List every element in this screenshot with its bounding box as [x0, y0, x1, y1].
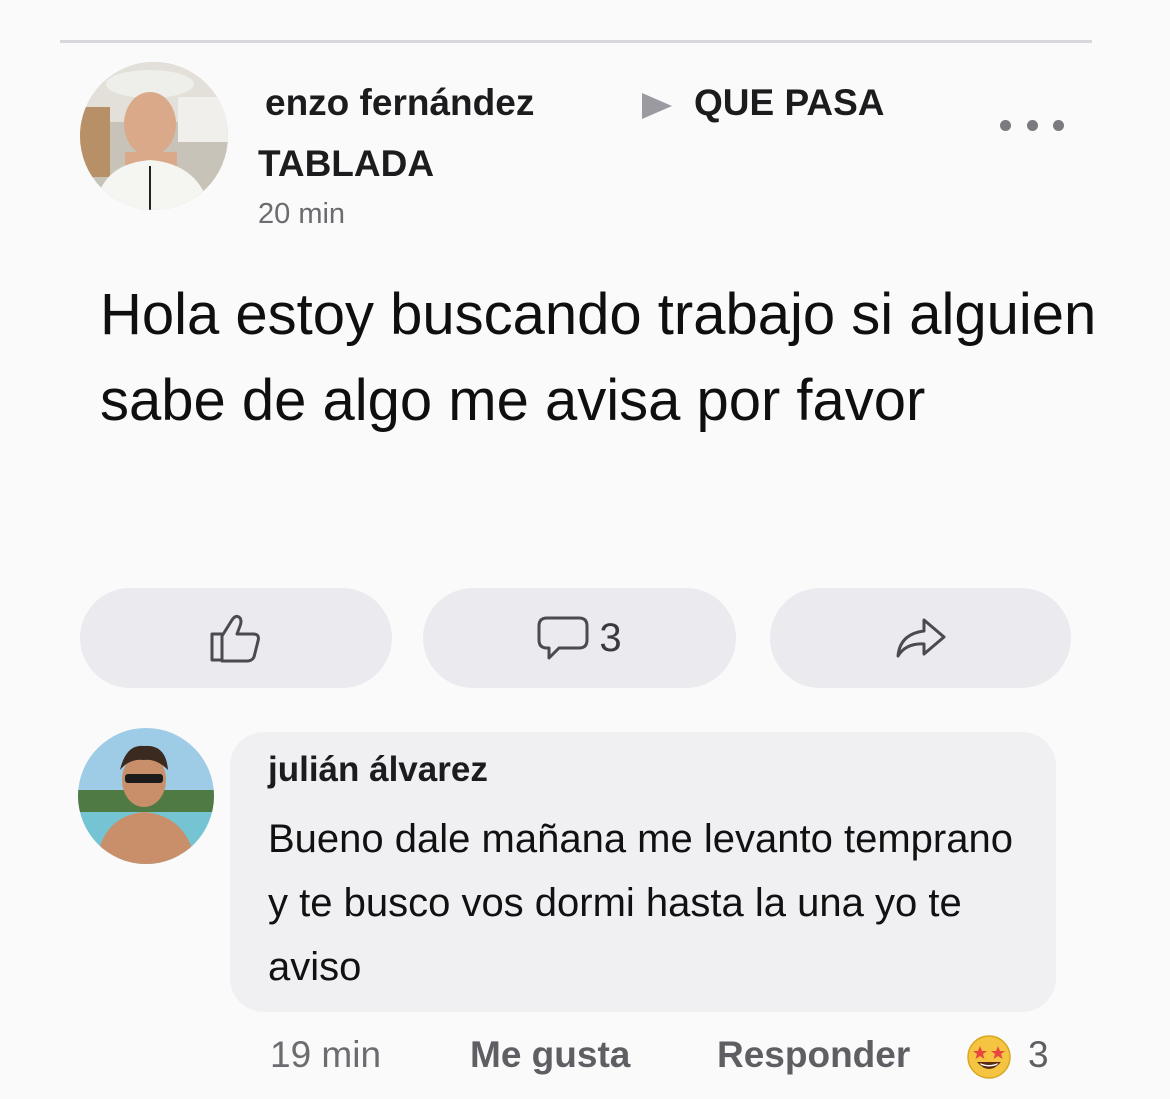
comment-author-avatar[interactable] — [78, 728, 214, 864]
comment-bubble: julián álvarez Bueno dale mañana me leva… — [230, 732, 1056, 1012]
post-timestamp[interactable]: 20 min — [258, 198, 345, 231]
like-button[interactable] — [80, 588, 392, 688]
comment-timestamp[interactable]: 19 min — [270, 1034, 381, 1076]
post-author-avatar[interactable] — [80, 62, 228, 210]
group-name-line-2[interactable]: TABLADA — [258, 143, 434, 185]
comment-bubble-icon — [537, 616, 589, 660]
share-arrow-icon — [896, 618, 945, 658]
comment-like-button[interactable]: Me gusta — [470, 1034, 630, 1076]
top-divider — [60, 40, 1092, 43]
post-author-name[interactable]: enzo fernández — [265, 82, 534, 124]
comment-text: Bueno dale mañana me levanto temprano y … — [268, 817, 1013, 989]
thumbs-up-icon — [210, 614, 260, 663]
reaction-count: 3 — [1028, 1034, 1049, 1075]
star-struck-emoji-icon[interactable] — [966, 1034, 1012, 1080]
comment-button[interactable]: 3 — [423, 588, 736, 688]
comment-reply-button[interactable]: Responder — [717, 1034, 910, 1076]
post-text: Hola estoy buscando trabajo si alguien s… — [100, 282, 1097, 433]
comment-author-name[interactable]: julián álvarez — [268, 750, 488, 790]
group-name-line-1[interactable]: QUE PASA — [694, 82, 885, 124]
comment-count: 3 — [599, 615, 622, 660]
more-horizontal-icon — [1000, 119, 1011, 131]
more-options-button[interactable] — [1000, 110, 1064, 140]
triangle-right-icon — [642, 93, 672, 119]
share-button[interactable] — [770, 588, 1071, 688]
